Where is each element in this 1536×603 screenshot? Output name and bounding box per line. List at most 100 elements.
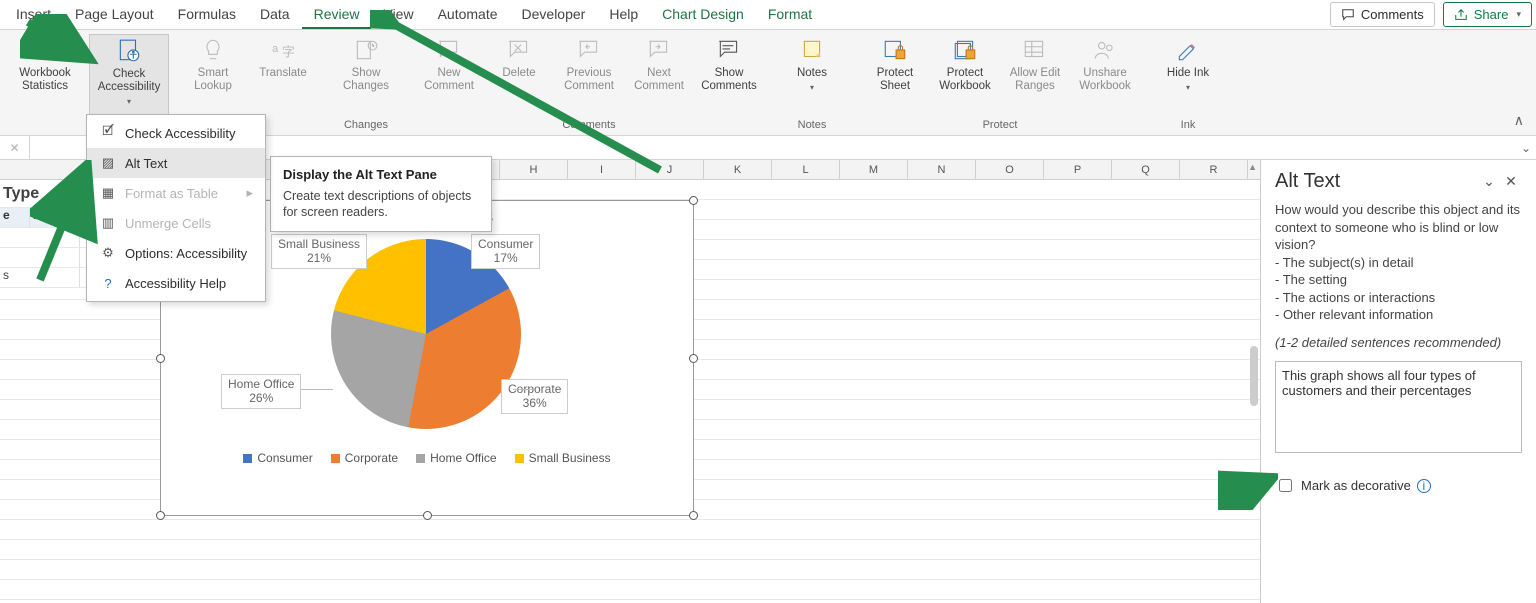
tab-formulas[interactable]: Formulas (166, 0, 248, 29)
legend-swatch (331, 454, 340, 463)
pane-title: Alt Text (1275, 170, 1478, 193)
group-notes: Notes▾ Notes (773, 34, 851, 135)
unshare-icon (1092, 37, 1118, 63)
legend-label: Small Business (529, 451, 611, 465)
hide-ink-button[interactable]: Hide Ink▾ (1155, 34, 1221, 119)
scroll-up-icon[interactable]: ▲ (1248, 162, 1257, 172)
collapse-ribbon-button[interactable]: ∧ (1514, 112, 1524, 129)
mi-accessibility-help[interactable]: ?Accessibility Help (87, 268, 265, 298)
tab-data[interactable]: Data (248, 0, 302, 29)
vertical-scrollbar[interactable] (1250, 346, 1258, 406)
group-notes-label: Notes (798, 119, 827, 135)
cell[interactable] (0, 228, 80, 247)
data-label-small-business: Small Business21% (271, 234, 367, 269)
info-icon[interactable]: i (1417, 479, 1431, 493)
mi-alt-text[interactable]: ▨Alt Text (87, 148, 265, 178)
legend-label: Home Office (430, 451, 496, 465)
previous-comment-button[interactable]: Previous Comment (556, 34, 622, 119)
workbook-statistics-button[interactable]: 123 Workbook Statistics (12, 34, 78, 131)
expand-formula-bar[interactable]: ⌄ (1516, 141, 1536, 155)
translate-button[interactable]: a字 Translate (250, 34, 316, 119)
col-header[interactable]: Q (1112, 160, 1180, 179)
allow-edit-ranges-button[interactable]: Allow Edit Ranges (1002, 34, 1068, 119)
accessibility-icon (116, 38, 142, 64)
new-comment-button[interactable]: New Comment (416, 34, 482, 119)
show-comments-button[interactable]: Show Comments (696, 34, 762, 119)
pane-dropdown-button[interactable]: ⌄ (1478, 171, 1500, 193)
resize-handle[interactable] (689, 511, 698, 520)
col-header[interactable]: K (704, 160, 772, 179)
resize-handle[interactable] (423, 511, 432, 520)
mi-label: Accessibility Help (125, 276, 226, 291)
mi-label: Options: Accessibility (125, 246, 247, 261)
col-header[interactable]: N (908, 160, 976, 179)
chevron-down-icon: ▾ (810, 83, 814, 92)
group-comments-label: Comments (562, 119, 615, 135)
col-header[interactable]: O (976, 160, 1044, 179)
legend-swatch (515, 454, 524, 463)
pane-recommend: (1-2 detailed sentences recommended) (1275, 334, 1522, 352)
grid-icon: ▥ (99, 214, 117, 232)
mark-decorative-checkbox[interactable]: Mark as decorative i (1275, 476, 1522, 495)
image-icon: ▨ (99, 154, 117, 172)
notes-button[interactable]: Notes▾ (779, 34, 845, 119)
translate-label: Translate (259, 67, 307, 80)
col-header[interactable]: I (568, 160, 636, 179)
cancel-button[interactable]: ✕ (0, 136, 30, 159)
mi-format-as-table: ▦Format as Table▸ (87, 178, 265, 208)
group-ink: Hide Ink▾ Ink (1149, 34, 1227, 135)
mi-label: Check Accessibility (125, 126, 236, 141)
col-header[interactable]: M (840, 160, 908, 179)
resize-handle[interactable] (689, 196, 698, 205)
tab-view[interactable]: View (371, 0, 425, 29)
comment-delete-icon (506, 37, 532, 63)
tab-chart-design[interactable]: Chart Design (650, 0, 756, 29)
comments-button[interactable]: Comments (1330, 2, 1435, 27)
col-header[interactable]: J (636, 160, 704, 179)
protect-sheet-button[interactable]: Protect Sheet (862, 34, 928, 119)
chevron-right-icon: ▸ (246, 185, 253, 201)
check-icon: 🗹 (99, 124, 117, 142)
share-icon (1454, 8, 1468, 22)
tab-format[interactable]: Format (756, 0, 824, 29)
pane-close-button[interactable]: ✕ (1500, 171, 1522, 193)
pane-question: How would you describe this object and i… (1275, 201, 1522, 254)
next-comment-button[interactable]: Next Comment (626, 34, 692, 119)
delete-comment-button[interactable]: Delete (486, 34, 552, 119)
share-button[interactable]: Share ▾ (1443, 2, 1532, 27)
next-comment-label: Next Comment (628, 67, 690, 93)
col-header[interactable]: H (500, 160, 568, 179)
tab-developer[interactable]: Developer (510, 0, 598, 29)
mi-check-accessibility[interactable]: 🗹 Check Accessibility (87, 118, 265, 148)
allow-edit-ranges-label: Allow Edit Ranges (1004, 67, 1066, 93)
alt-text-input[interactable] (1275, 361, 1522, 453)
mi-options-accessibility[interactable]: ⚙ Options: Accessibility (87, 238, 265, 268)
hide-ink-label: Hide Ink (1167, 67, 1209, 80)
svg-text:字: 字 (282, 45, 295, 60)
tab-help[interactable]: Help (597, 0, 650, 29)
unshare-workbook-button[interactable]: Unshare Workbook (1072, 34, 1138, 119)
tab-page-layout[interactable]: Page Layout (63, 0, 166, 29)
tab-review[interactable]: Review (302, 0, 372, 29)
protect-workbook-button[interactable]: Protect Workbook (932, 34, 998, 119)
edit-ranges-icon (1022, 37, 1048, 63)
tab-automate[interactable]: Automate (426, 0, 510, 29)
cell[interactable] (0, 248, 80, 267)
smart-lookup-button[interactable]: Smart Lookup (180, 34, 246, 119)
tab-insert[interactable]: Insert (4, 0, 63, 29)
col-header[interactable]: P (1044, 160, 1112, 179)
col-header[interactable]: L (772, 160, 840, 179)
resize-handle[interactable] (156, 511, 165, 520)
show-changes-button[interactable]: Show Changes (333, 34, 399, 119)
comment-icon (1341, 8, 1355, 22)
gear-icon: ⚙ (99, 244, 117, 262)
svg-text:a: a (272, 43, 279, 55)
pane-bullet: - The setting (1275, 271, 1522, 289)
col-header[interactable]: R (1180, 160, 1248, 179)
legend-label: Corporate (345, 451, 398, 465)
cell[interactable]: s (0, 268, 80, 287)
decorative-checkbox-input[interactable] (1279, 479, 1292, 492)
alt-text-pane: Alt Text ⌄ ✕ How would you describe this… (1260, 160, 1536, 603)
protect-sheet-label: Protect Sheet (864, 67, 926, 93)
comment-show-icon (716, 37, 742, 63)
